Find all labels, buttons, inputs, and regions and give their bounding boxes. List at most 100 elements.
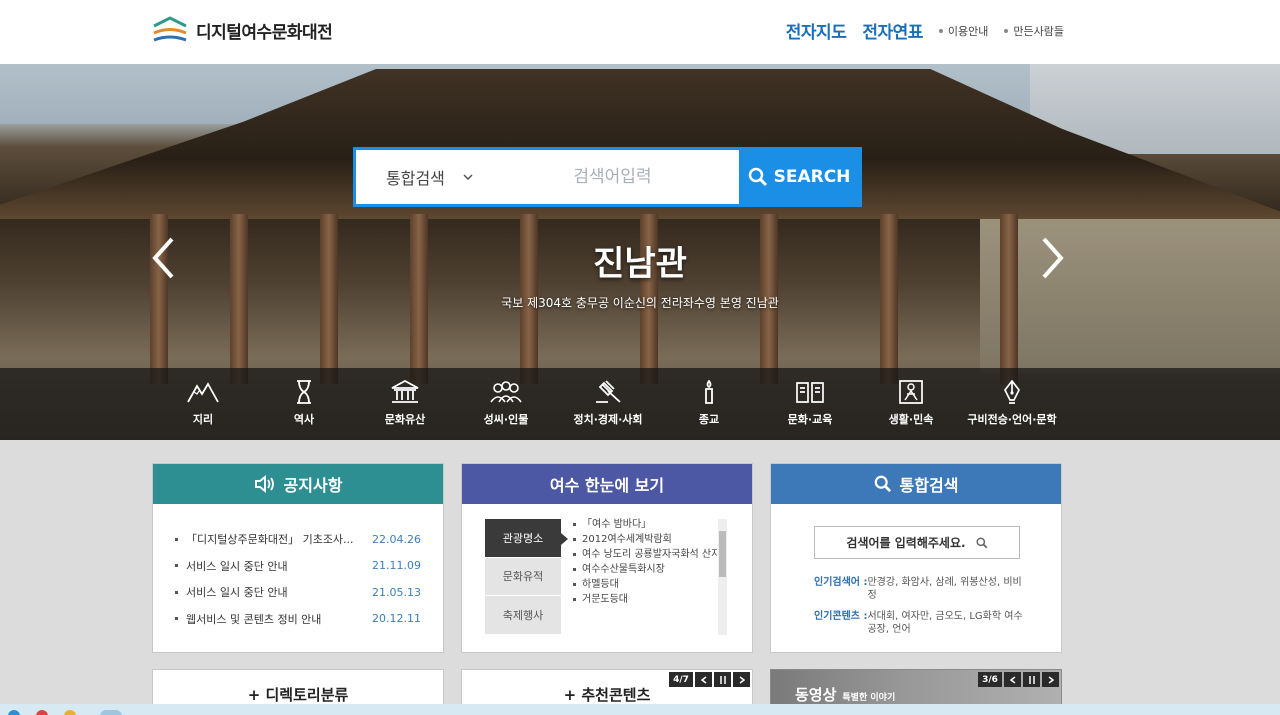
integrated-search-field[interactable]: 검색어를 입력해주세요.: [814, 526, 1020, 559]
pen-icon: [1004, 380, 1020, 404]
site-logo[interactable]: 디지털여수문화대전: [152, 16, 333, 44]
overview-scrollbar[interactable]: [718, 519, 727, 635]
notice-title: 웹서비스 및 콘텐츠 정비 안내: [175, 611, 321, 627]
category-bar: 지리 역사 문화유산 성씨·인물 정치·경제·사회 종교 문화·교육 생활·민속…: [0, 368, 1280, 440]
search-button[interactable]: SEARCH: [739, 150, 859, 204]
integrated-search-panel: 통합검색 검색어를 입력해주세요. 인기검색어 : 만경강, 화암사, 삼례, …: [770, 463, 1062, 653]
chevron-left-icon: [1009, 675, 1015, 684]
notice-title: 서비스 일시 중단 안내: [175, 558, 288, 574]
chevron-right-icon: [739, 675, 745, 684]
taskbar-strip: [0, 704, 1280, 715]
category-religion[interactable]: 종교: [654, 380, 764, 427]
category-folk[interactable]: 생활·민속: [856, 380, 966, 427]
popular-content-label: 인기콘텐츠 :: [814, 611, 868, 622]
search-category-label: 통합검색: [386, 169, 445, 188]
recommend-title[interactable]: + 추천콘텐츠: [462, 684, 752, 705]
list-item[interactable]: 「디지털상주문화대전」 기초조사... 22.04.26: [175, 526, 421, 553]
popular-search-terms[interactable]: 만경강, 화암사, 삼례, 위봉산성, 비비정: [867, 576, 1024, 602]
search-icon: [748, 167, 767, 187]
integrated-search-header[interactable]: 통합검색: [771, 464, 1061, 504]
taskbar-app-icon[interactable]: [100, 710, 122, 715]
notice-date: 20.12.11: [372, 612, 421, 626]
popular-search-row: 인기검색어 : 만경강, 화암사, 삼례, 위봉산성, 비비정: [814, 576, 1024, 602]
video-subtitle: 특별한 이야기: [842, 693, 896, 703]
tab-tourism[interactable]: 관광명소: [485, 519, 568, 558]
nav-credits[interactable]: 만든사람들: [1004, 23, 1064, 39]
category-geography[interactable]: 지리: [148, 380, 258, 427]
list-item[interactable]: 거문도등대: [573, 594, 721, 605]
category-label: 성씨·인물: [483, 413, 529, 426]
category-label: 생활·민속: [888, 413, 934, 426]
category-politics[interactable]: 정치·경제·사회: [553, 380, 663, 427]
search-input[interactable]: [486, 167, 739, 187]
category-culture-education[interactable]: 문화·교육: [755, 380, 865, 427]
category-label: 종교: [698, 413, 720, 426]
taskbar-app-icon[interactable]: [8, 710, 20, 715]
search-category-select[interactable]: 통합검색: [356, 165, 486, 189]
logo-title: 디지털여수문화대전: [196, 22, 333, 43]
integrated-search-title: 통합검색: [899, 476, 959, 495]
book-icon: [796, 382, 824, 403]
taskbar-app-icon[interactable]: [64, 710, 76, 715]
directory-title[interactable]: + 디렉토리분류: [153, 684, 443, 705]
list-item[interactable]: 웹서비스 및 콘텐츠 정비 안내 20.12.11: [175, 606, 421, 633]
category-label: 문화유산: [384, 413, 426, 426]
notice-panel: 공지사항 「디지털상주문화대전」 기초조사... 22.04.26 서비스 일시 …: [152, 463, 444, 653]
category-label: 문화·교육: [787, 413, 833, 426]
notice-panel-header[interactable]: 공지사항: [153, 464, 443, 504]
search-icon: [874, 475, 891, 493]
gavel-icon: [596, 380, 621, 403]
slide-subtitle: 국보 제304호 충무공 이순신의 전라좌수영 본영 진남관: [501, 296, 779, 310]
tab-festivals[interactable]: 축제행사: [485, 596, 561, 635]
list-item[interactable]: 여수수산물특화시장: [573, 564, 721, 575]
nav-e-map[interactable]: 전자지도: [786, 18, 847, 43]
list-item[interactable]: 서비스 일시 중단 안내 21.05.13: [175, 579, 421, 606]
overview-item-list: 「여수 밤바다」 2012여수세계박람회 여수 낭도리 공룡발자국화석 산지 여…: [573, 519, 721, 609]
logo-icon: [153, 16, 187, 42]
temple-icon: [391, 380, 419, 403]
list-item[interactable]: 2012여수세계박람회: [573, 534, 721, 545]
list-item[interactable]: 여수 낭도리 공룡발자국화석 산지: [573, 549, 721, 560]
list-item[interactable]: 「여수 밤바다」: [573, 519, 721, 530]
category-label: 정치·경제·사회: [573, 413, 643, 426]
video-title-label: 동영상: [795, 686, 837, 704]
pause-icon: [1028, 675, 1035, 684]
popular-content-terms[interactable]: 서대회, 여자만, 금오도, LG화학 여수공장, 언어: [867, 610, 1024, 636]
tab-heritage-sites[interactable]: 문화유적: [485, 557, 561, 597]
nav-guide[interactable]: 이용안내: [939, 23, 988, 39]
taskbar-app-icon[interactable]: [36, 710, 48, 715]
category-people[interactable]: 성씨·인물: [451, 380, 561, 427]
scrollbar-thumb[interactable]: [719, 531, 726, 577]
category-label: 지리: [192, 413, 214, 426]
notice-title: 「디지털상주문화대전」 기초조사...: [175, 531, 354, 547]
popular-content-row: 인기콘텐츠 : 서대회, 여자만, 금오도, LG화학 여수공장, 언어: [814, 610, 1024, 636]
top-nav: 전자지도 전자연표 이용안내 만든사람들: [786, 18, 1064, 43]
people-icon: [490, 381, 522, 403]
video-title[interactable]: 동영상 특별한 이야기: [795, 684, 1085, 705]
site-header: 디지털여수문화대전 전자지도 전자연표 이용안내 만든사람들: [0, 0, 1280, 64]
category-oral-literature[interactable]: 구비전승·언어·문학: [957, 380, 1067, 427]
candle-icon: [705, 380, 713, 404]
category-history[interactable]: 역사: [249, 380, 359, 427]
list-item[interactable]: 하멜등대: [573, 579, 721, 590]
category-heritage[interactable]: 문화유산: [350, 380, 460, 427]
hero-banner: 통합검색 SEARCH 진남관 국보 제304호 충무공 이순신의 전라좌수영 …: [0, 64, 1280, 440]
list-item[interactable]: 서비스 일시 중단 안내 21.11.09: [175, 553, 421, 580]
notice-date: 21.05.13: [372, 585, 421, 599]
overview-tabs: 관광명소 문화유적 축제행사 「여수 밤바다」 2012여수세계박람회 여수 낭…: [485, 519, 731, 635]
notice-panel-title: 공지사항: [283, 476, 343, 495]
notice-date: 22.04.26: [372, 532, 421, 546]
search-inner: 통합검색: [356, 150, 739, 204]
speaker-icon: [254, 475, 274, 493]
popular-search-label: 인기검색어 :: [814, 577, 868, 588]
slide-title: 진남관: [593, 244, 687, 284]
folk-icon: [899, 380, 923, 404]
overview-panel-header[interactable]: 여수 한눈에 보기: [462, 464, 752, 504]
notice-date: 21.11.09: [372, 559, 421, 573]
category-label: 역사: [293, 413, 315, 426]
search-button-label: SEARCH: [773, 167, 851, 187]
pause-icon: [719, 675, 726, 684]
chevron-left-icon: [700, 675, 706, 684]
nav-e-timeline[interactable]: 전자연표: [862, 18, 923, 43]
mountain-icon: [187, 382, 219, 403]
